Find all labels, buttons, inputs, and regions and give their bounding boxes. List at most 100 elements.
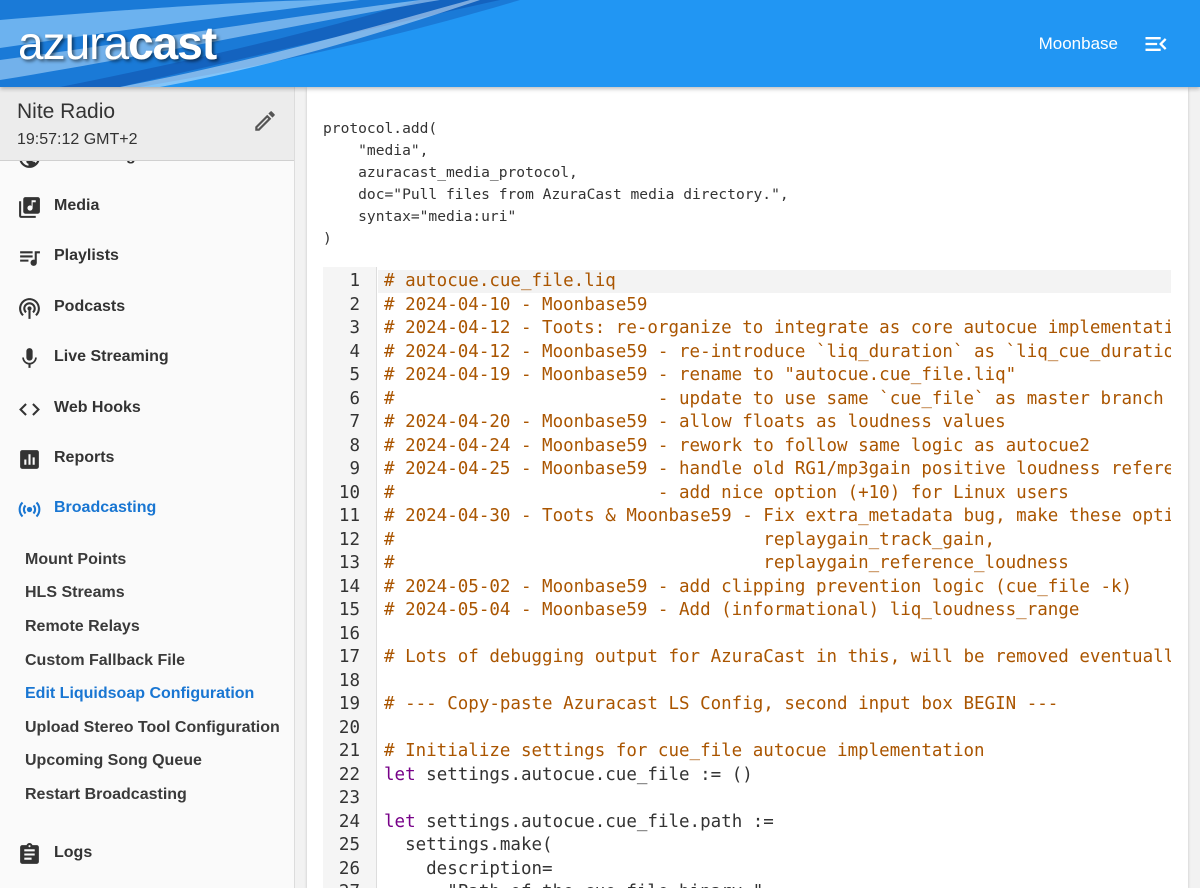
- code-line: # 2024-04-10 - Moonbase59: [384, 294, 648, 315]
- code-line: # 2024-05-04 - Moonbase59 - Add (informa…: [384, 600, 1080, 620]
- line-number: 4: [349, 341, 360, 362]
- line-number: 26: [338, 858, 360, 879]
- library-music-icon: [19, 197, 40, 218]
- code-text: azuracast_media_protocol,: [323, 164, 578, 181]
- keyword-token: let: [384, 811, 416, 832]
- sidebar: Public Page Nite Radio 19:57:12 GMT+2 Me…: [0, 87, 295, 888]
- station-name: Nite Radio: [17, 100, 116, 123]
- line-number: 2: [349, 294, 360, 315]
- main-panel: protocol.add( "media", azuracast_media_p…: [307, 87, 1188, 888]
- line-number: 18: [338, 670, 360, 691]
- code-token: settings.autocue.cue_file := (): [426, 764, 753, 785]
- submenu-upload-stereo-tool-configuration[interactable]: Upload Stereo Tool Configuration: [25, 719, 280, 737]
- line-number: 10: [338, 482, 360, 503]
- code-text: syntax="media:uri": [323, 208, 517, 225]
- line-number: 12: [338, 529, 360, 550]
- station-time: 19:57:12 GMT+2: [17, 131, 138, 148]
- sidebar-item-web-hooks[interactable]: Web Hooks: [0, 385, 294, 433]
- code-line: # 2024-04-30 - Toots & Moonbase59 - Fix …: [384, 506, 1171, 526]
- code-line: let settings.autocue.cue_file.path :=: [384, 812, 774, 832]
- queue-music-icon: [20, 251, 40, 266]
- line-number: 24: [338, 811, 360, 832]
- line-number: 9: [349, 459, 360, 479]
- line-number: 1: [349, 271, 360, 291]
- code-line: # 2024-04-20 - Moonbase59 - allow floats…: [384, 412, 1006, 432]
- submenu-remote-relays[interactable]: Remote Relays: [25, 618, 140, 636]
- code-line: description=: [384, 858, 553, 879]
- code-line: # autocue.cue_file.liq: [384, 271, 616, 291]
- code-line: # - update to use same `cue_file` as mas…: [384, 388, 1164, 409]
- code-token: description=: [384, 858, 553, 879]
- code-line: # 2024-04-12 - Toots: re-organize to int…: [384, 318, 1171, 338]
- submenu-restart-broadcasting[interactable]: Restart Broadcasting: [25, 786, 187, 804]
- sidebar-item-podcasts[interactable]: Podcasts: [0, 284, 294, 332]
- broadcast-icon: [18, 501, 41, 518]
- menu-open-icon[interactable]: [1142, 30, 1170, 58]
- line-number: 11: [338, 506, 360, 526]
- code-token: "Path of the cue_file binary.",: [384, 882, 774, 888]
- code-text: "media",: [323, 142, 429, 159]
- podcasts-icon: [19, 298, 40, 319]
- sidebar-item-label: Broadcasting: [54, 499, 157, 516]
- line-number: 25: [338, 835, 360, 855]
- station-info: Nite Radio 19:57:12 GMT+2: [0, 87, 294, 161]
- sidebar-item-playlists[interactable]: Playlists: [0, 233, 294, 281]
- code-icon: [19, 403, 40, 416]
- code-line: # 2024-05-02 - Moonbase59 - add clipping…: [384, 576, 1133, 597]
- code-line: # Lots of debugging output for AzuraCast…: [384, 647, 1171, 667]
- code-text: ): [323, 230, 332, 247]
- line-number: 6: [349, 388, 360, 409]
- clipboard-icon: [20, 843, 39, 864]
- code-line: "Path of the cue_file binary.",: [384, 882, 774, 888]
- code-line: # 2024-04-24 - Moonbase59 - rework to fo…: [384, 435, 1090, 456]
- code-text: protocol.add(: [323, 120, 438, 137]
- user-menu-link[interactable]: Moonbase: [1039, 34, 1118, 54]
- line-number: 7: [349, 412, 360, 432]
- sidebar-item-label: Live Streaming: [54, 348, 169, 365]
- submenu-edit-liquidsoap-configuration[interactable]: Edit Liquidsoap Configuration: [25, 685, 254, 703]
- mic-icon: [22, 348, 37, 368]
- code-text: doc="Pull files from AzuraCast media dir…: [323, 186, 789, 203]
- sidebar-item-label: Reports: [54, 449, 115, 466]
- sidebar-item-label: Podcasts: [54, 298, 126, 315]
- submenu-mount-points[interactable]: Mount Points: [25, 551, 126, 569]
- keyword-token: let: [384, 764, 416, 785]
- assignment-icon: [20, 450, 39, 469]
- code-token: settings.autocue.cue_file.path :=: [426, 811, 774, 832]
- code-line: # 2024-04-19 - Moonbase59 - rename to "a…: [384, 365, 1017, 385]
- sidebar-item-media[interactable]: Media: [0, 183, 294, 231]
- line-number: 16: [338, 623, 360, 644]
- line-number: 20: [338, 717, 360, 738]
- line-number: 27: [323, 882, 360, 888]
- app-header: azuracast Moonbase: [0, 0, 1200, 87]
- line-number: 19: [338, 694, 360, 714]
- sidebar-item-label: Web Hooks: [54, 399, 141, 416]
- line-number: 23: [338, 788, 360, 808]
- line-number: 5: [349, 365, 360, 385]
- code-line: # - add nice option (+10) for Linux user…: [384, 482, 1069, 503]
- edit-icon[interactable]: [252, 108, 278, 134]
- line-number: 14: [338, 576, 360, 597]
- submenu-custom-fallback-file[interactable]: Custom Fallback File: [25, 652, 185, 670]
- line-number: 15: [338, 600, 360, 620]
- sidebar-item-logs[interactable]: Logs: [0, 830, 294, 878]
- protocol-code-block: protocol.add( "media", azuracast_media_p…: [323, 118, 789, 250]
- sidebar-item-label: Logs: [54, 844, 93, 861]
- sidebar-item-live-streaming[interactable]: Live Streaming: [0, 334, 294, 382]
- azuracast-logo[interactable]: azuracast: [18, 16, 217, 70]
- line-number: 8: [349, 435, 360, 456]
- sidebar-item-broadcasting[interactable]: Broadcasting: [0, 485, 294, 533]
- sidebar-item-reports[interactable]: Reports: [0, 435, 294, 483]
- code-line: let settings.autocue.cue_file := (): [384, 765, 753, 785]
- code-line: # replaygain_track_gain,: [384, 529, 996, 550]
- liquidsoap-code-editor[interactable]: 1 2 3 4 5 6 7 8 9 10 11 12 13 14 15 16 17 18 19 20 21 22 23 24 2…: [323, 267, 1171, 888]
- submenu-hls-streams[interactable]: HLS Streams: [25, 584, 125, 602]
- code-line: settings.make(: [384, 835, 553, 855]
- code-line: # --- Copy-paste Azuracast LS Config, se…: [384, 694, 1059, 714]
- line-number: 3: [349, 318, 360, 338]
- line-number: 17: [338, 647, 360, 667]
- code-line: # Initialize settings for cue_file autoc…: [384, 741, 985, 761]
- submenu-upcoming-song-queue[interactable]: Upcoming Song Queue: [25, 752, 202, 770]
- sidebar-item-label: Playlists: [54, 247, 119, 264]
- sidebar-item-label: Media: [54, 197, 100, 214]
